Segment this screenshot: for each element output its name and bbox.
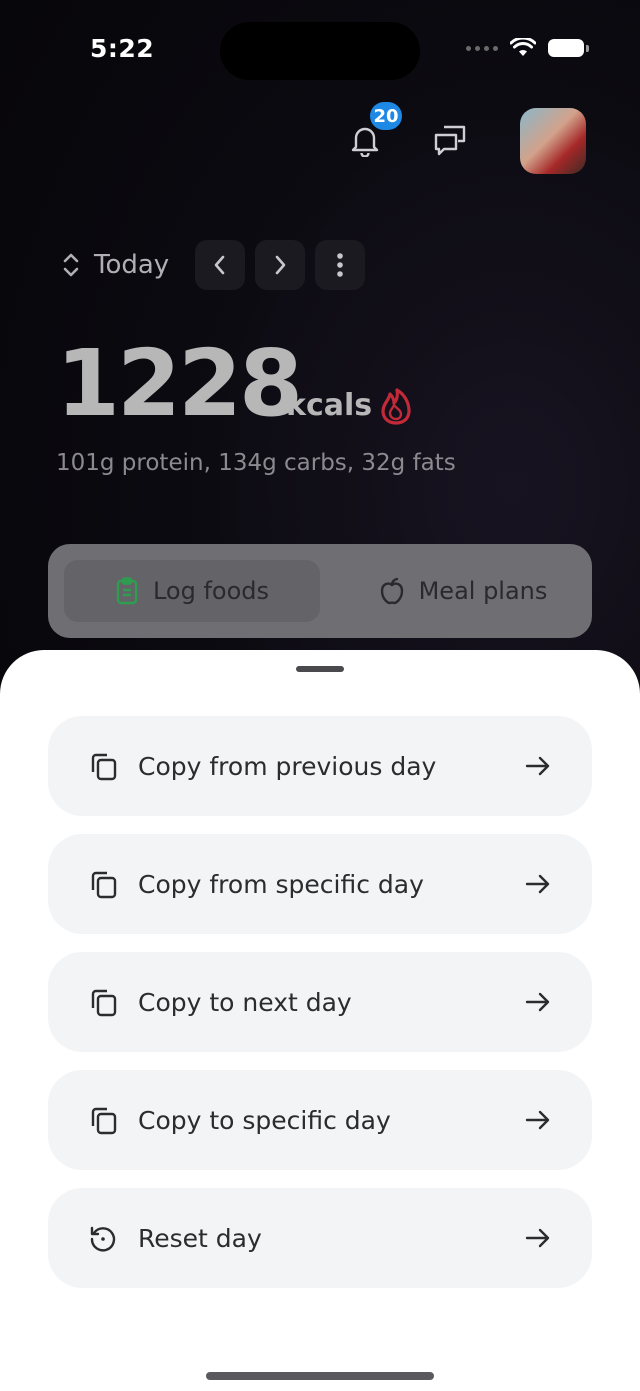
reset-day-button[interactable]: Reset day bbox=[48, 1188, 592, 1288]
option-label: Copy to next day bbox=[138, 987, 352, 1017]
chevron-left-icon bbox=[214, 255, 225, 275]
chevron-up-down-icon[interactable] bbox=[58, 240, 84, 290]
arrow-right-icon bbox=[525, 992, 550, 1012]
copy-icon bbox=[91, 989, 117, 1017]
notification-badge: 20 bbox=[370, 102, 402, 130]
day-navigator: Today bbox=[58, 240, 375, 290]
tab-label: Meal plans bbox=[418, 577, 548, 605]
copy-from-previous-day-button[interactable]: Copy from previous day bbox=[48, 716, 592, 816]
macro-summary: 101g protein, 134g carbs, 32g fats bbox=[56, 450, 456, 476]
previous-day-button[interactable] bbox=[195, 240, 246, 290]
arrow-right-icon bbox=[525, 874, 550, 894]
day-actions-sheet: Copy from previous day Copy from specifi… bbox=[0, 650, 640, 1391]
clipboard-icon bbox=[116, 577, 138, 605]
battery-icon bbox=[548, 39, 589, 57]
signal-icon bbox=[466, 45, 498, 51]
reset-icon bbox=[90, 1226, 116, 1252]
sheet-grabber[interactable] bbox=[296, 666, 344, 672]
copy-to-specific-day-button[interactable]: Copy to specific day bbox=[48, 1070, 592, 1170]
tab-label: Log foods bbox=[152, 577, 270, 605]
tab-meal-plans[interactable]: Meal plans bbox=[348, 560, 578, 622]
copy-icon bbox=[91, 753, 117, 781]
option-label: Copy from previous day bbox=[138, 751, 437, 781]
day-label[interactable]: Today bbox=[94, 250, 169, 280]
option-label: Copy from specific day bbox=[138, 869, 424, 899]
next-day-button[interactable] bbox=[255, 240, 306, 290]
arrow-right-icon bbox=[525, 756, 550, 776]
copy-from-specific-day-button[interactable]: Copy from specific day bbox=[48, 834, 592, 934]
copy-icon bbox=[91, 871, 117, 899]
arrow-right-icon bbox=[525, 1228, 550, 1248]
dynamic-island bbox=[220, 22, 420, 80]
calorie-unit: kcals bbox=[286, 388, 373, 423]
option-label: Copy to specific day bbox=[138, 1105, 391, 1135]
mode-tabs: Log foods Meal plans bbox=[48, 544, 592, 638]
copy-to-next-day-button[interactable]: Copy to next day bbox=[48, 952, 592, 1052]
avatar[interactable] bbox=[520, 108, 586, 174]
option-label: Reset day bbox=[138, 1223, 262, 1253]
chat-bubbles-icon[interactable] bbox=[430, 120, 470, 160]
home-indicator bbox=[206, 1372, 434, 1380]
calorie-total: 1228 bbox=[56, 330, 303, 437]
arrow-right-icon bbox=[525, 1110, 550, 1130]
app-screen: 5:22 20 Today 1228 kcals 101g protein, 1… bbox=[0, 0, 640, 1391]
status-time: 5:22 bbox=[90, 34, 155, 63]
tab-log-foods[interactable]: Log foods bbox=[64, 560, 320, 622]
flame-icon bbox=[381, 388, 411, 425]
copy-icon bbox=[91, 1107, 117, 1135]
apple-icon bbox=[380, 577, 403, 605]
chevron-right-icon bbox=[275, 255, 286, 275]
more-vertical-icon bbox=[337, 253, 344, 277]
wifi-icon bbox=[510, 38, 536, 56]
more-options-button[interactable] bbox=[315, 240, 366, 290]
status-indicators bbox=[466, 38, 589, 58]
